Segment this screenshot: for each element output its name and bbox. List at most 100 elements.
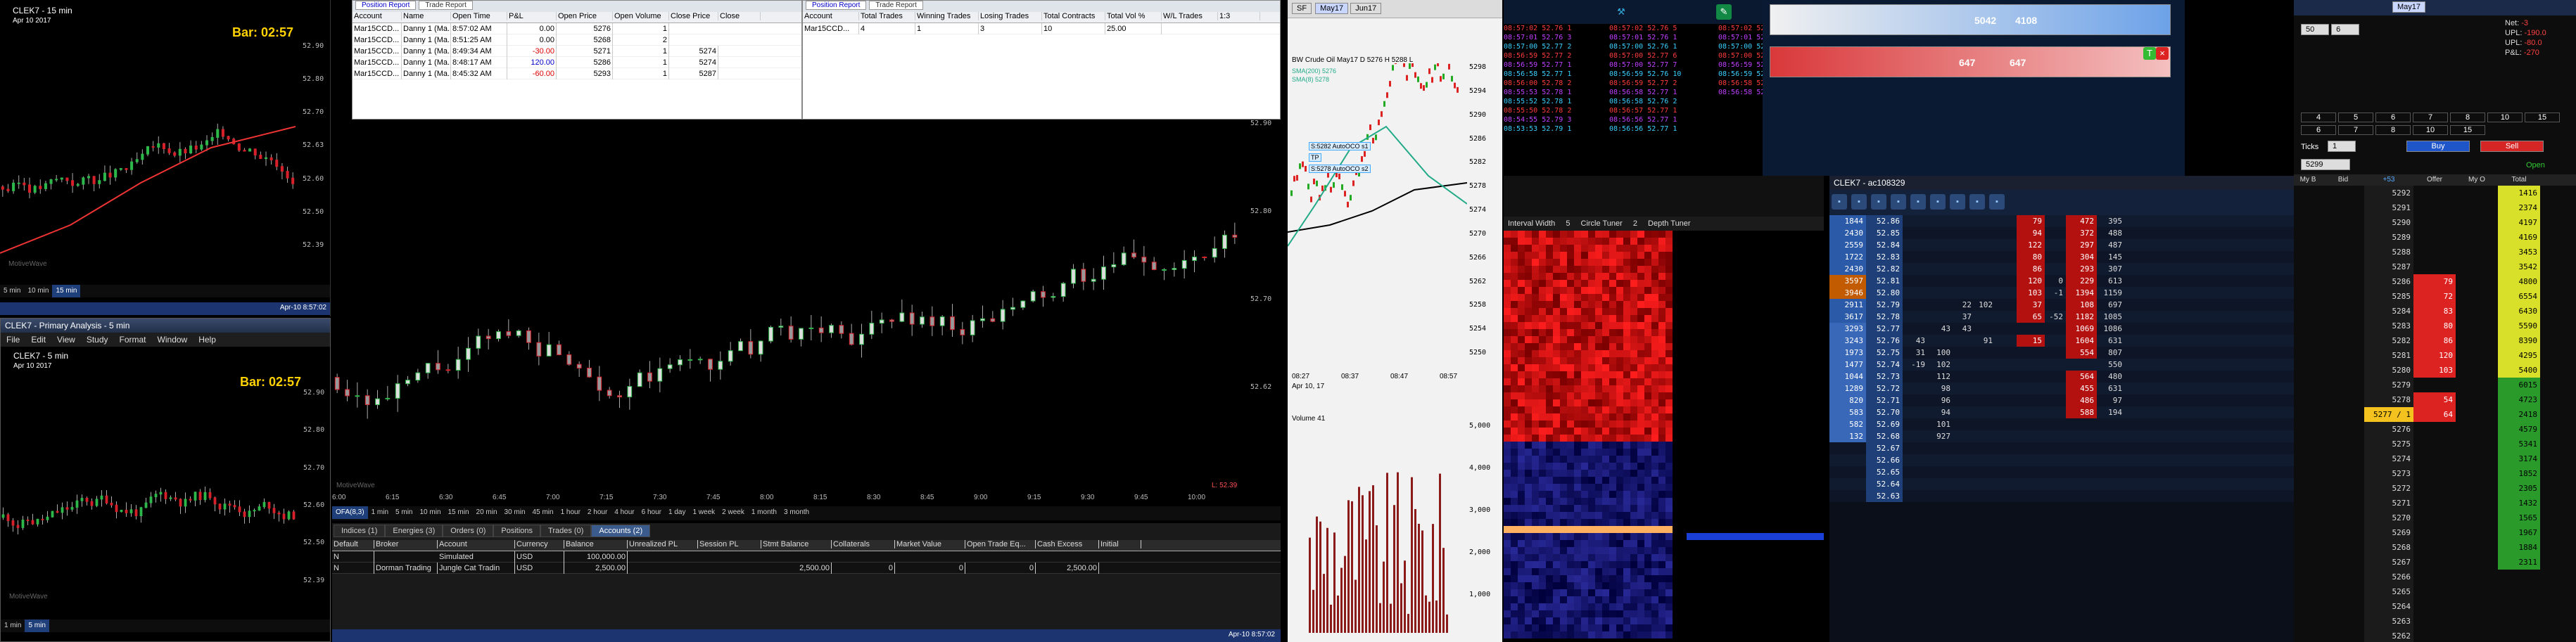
scale-option[interactable]: 8 <box>2450 113 2485 122</box>
timeframe-option[interactable]: 1 month <box>748 506 780 519</box>
heatmap-header-item[interactable]: Interval Width <box>1504 219 1561 228</box>
buy-button[interactable]: Buy <box>2406 141 2470 152</box>
settings-icon[interactable]: ▪ <box>1950 194 1965 210</box>
oe-ladder-row[interactable]: 5292 1416 <box>2294 186 2576 200</box>
table-row[interactable]: Mar15CCD... Danny 1 (Ma...8:57:02 AM 0.00 5… <box>353 23 801 34</box>
column-header[interactable]: Losing Trades <box>979 12 1042 20</box>
timeframe-option[interactable]: 45 min <box>529 506 557 519</box>
dom-row[interactable]: 132 52.68 927 <box>1829 430 2294 442</box>
oe-ladder-row[interactable]: 5289 4169 <box>2294 230 2576 245</box>
oe-ladder-row[interactable]: 5275 5341 <box>2294 437 2576 451</box>
dom-row[interactable]: 2430 52.85 94 372 488 <box>1829 227 2294 239</box>
timeframe-option[interactable]: 1 hour <box>557 506 584 519</box>
dom-row[interactable]: 3243 52.76 43 91 15 1604 631 <box>1829 335 2294 347</box>
oe-ladder-row[interactable]: 5270 1565 <box>2294 511 2576 525</box>
timeframe-option[interactable]: 1 week <box>689 506 718 519</box>
column-header[interactable]: Balance <box>564 540 628 548</box>
timeframe-option[interactable]: 4 hour <box>611 506 637 519</box>
primary-analysis-window[interactable]: CLEK7 - Primary Analysis - 5 min File Edi… <box>0 318 331 642</box>
menu-format[interactable]: Format <box>114 333 152 347</box>
dom-row[interactable]: 582 52.69 101 <box>1829 418 2294 430</box>
dom-row[interactable]: 1477 52.74 -19 102 550 <box>1829 359 2294 371</box>
column-header[interactable]: My O <box>2456 174 2498 186</box>
symbol-button[interactable]: SF <box>1292 3 1312 14</box>
dom-row[interactable]: 1844 52.86 79 472 395 <box>1829 215 2294 227</box>
scale-option[interactable]: 15 <box>2450 125 2485 135</box>
column-header[interactable]: Broker <box>374 540 438 548</box>
oe-ladder-row[interactable]: 5271 1432 <box>2294 496 2576 511</box>
accounts-tab[interactable]: Accounts (2) <box>591 525 651 537</box>
oe-ladder-row[interactable]: 5268 1884 <box>2294 540 2576 555</box>
column-header[interactable]: Stmt Balance <box>761 540 832 548</box>
menu-window[interactable]: Window <box>152 333 193 347</box>
contract-button[interactable]: May17 <box>1315 3 1349 14</box>
timeframe-option[interactable]: 2 hour <box>584 506 611 519</box>
column-header[interactable]: Winning Trades <box>915 12 979 20</box>
report-tab[interactable]: Trade Report <box>869 1 923 10</box>
column-header[interactable]: Market Value <box>895 540 965 548</box>
table-row[interactable]: Mar15CCD... Danny 1 (Ma...8:51:25 AM 0.00 5… <box>353 34 801 46</box>
menu-help[interactable]: Help <box>193 333 222 347</box>
settings-icon[interactable]: ✎ <box>1716 4 1732 20</box>
column-header[interactable]: Close <box>718 12 761 20</box>
oe-ladder-row[interactable]: 5283 80 5590 <box>2294 319 2576 333</box>
dom-ladder-window[interactable]: CLEK7 - ac108329 ▪ ▪ ▪ ▪ ▪ ▪ ▪ ▪ ▪ 1844 52.86 79 47… <box>1829 176 2294 642</box>
oe-ladder-row[interactable]: 5262 <box>2294 629 2576 642</box>
scale-option[interactable]: 6 <box>2375 113 2411 122</box>
column-header[interactable]: Close Price <box>669 12 718 20</box>
report-tab[interactable]: Position Report <box>806 1 867 10</box>
scale-option[interactable]: 5 <box>2338 113 2373 122</box>
table-row[interactable]: Mar15CCD... Danny 1 (Ma...8:49:34 AM -30.0… <box>353 46 801 57</box>
wrench-icon[interactable]: ⚒ <box>1613 4 1629 20</box>
column-header[interactable]: Name <box>402 12 451 20</box>
column-header[interactable]: Total <box>2498 174 2540 186</box>
accounts-tab[interactable]: Positions <box>493 525 541 537</box>
accounts-panel[interactable]: Indices (1) Energies (3) Orders (0) Positio… <box>332 523 1281 642</box>
scale-option[interactable]: 7 <box>2338 125 2373 135</box>
menu-study[interactable]: Study <box>81 333 114 347</box>
dom-row[interactable]: 52.67 <box>1829 442 2294 454</box>
report-tab[interactable]: Trade Report <box>419 1 473 10</box>
position-report-panel[interactable]: Position Report Trade Report Account Name O… <box>352 0 802 120</box>
column-header[interactable]: Open Volume <box>613 12 669 20</box>
column-header[interactable]: Collaterals <box>832 540 895 548</box>
dom-row[interactable]: 1973 52.75 31 100 554 807 <box>1829 347 2294 359</box>
oe-ladder-row[interactable]: 5269 1967 <box>2294 525 2576 540</box>
timeframe-option[interactable]: 10 min <box>416 506 444 519</box>
contract2-button[interactable]: Jun17 <box>1350 3 1382 14</box>
timeframe-option[interactable]: 5 min <box>25 619 49 632</box>
timeframe-option[interactable]: 1 min <box>1 619 25 632</box>
oe-ladder-row[interactable]: 5277 / 1 64 2418 <box>2294 407 2576 422</box>
lock-icon[interactable]: ▪ <box>1969 194 1985 210</box>
grid-icon[interactable]: ▪ <box>1871 194 1886 210</box>
column-header[interactable]: Open Time <box>451 12 507 20</box>
column-header[interactable]: Offer <box>2413 174 2456 186</box>
qty2-field[interactable]: 6 <box>2331 24 2360 35</box>
menu-file[interactable]: File <box>1 333 25 347</box>
dom-row[interactable]: 1044 52.73 112 564 480 <box>1829 371 2294 383</box>
oe-ladder-row[interactable]: 5273 1852 <box>2294 466 2576 481</box>
column-header[interactable]: Session PL <box>698 540 761 548</box>
column-header[interactable]: Default <box>332 540 374 548</box>
accounts-tab[interactable]: Trades (0) <box>540 525 592 537</box>
dom-row[interactable]: 820 52.71 96 486 97 <box>1829 394 2294 406</box>
dom-row[interactable]: 583 52.70 94 588 194 <box>1829 406 2294 418</box>
report-tab[interactable]: Position Report <box>355 1 417 10</box>
timeframe-option[interactable]: 15 min <box>445 506 473 519</box>
oe-ladder-row[interactable]: 5274 3174 <box>2294 451 2576 466</box>
timeframe-option[interactable]: 5 min <box>392 506 416 519</box>
column-header[interactable]: Cash Excess <box>1036 540 1099 548</box>
dom-row[interactable]: 1289 52.72 98 455 631 <box>1829 383 2294 394</box>
oe-ladder-row[interactable]: 5266 <box>2294 570 2576 584</box>
timeframe-option[interactable]: 3 month <box>780 506 813 519</box>
price-field[interactable]: 5299 <box>2301 159 2350 170</box>
oe-ladder-row[interactable]: 5265 <box>2294 584 2576 599</box>
menu-edit[interactable]: Edit <box>25 333 51 347</box>
heatmap-header-item[interactable]: 2 <box>1629 219 1644 228</box>
mini-chart-window[interactable]: SF May17 Jun17 BW Crude Oil May17 D 5276… <box>1288 0 1502 642</box>
column-header[interactable]: My B <box>2294 174 2322 186</box>
chart-icon[interactable]: ▪ <box>1851 194 1867 210</box>
scale-option[interactable]: 10 <box>2487 113 2523 122</box>
oe-ladder-row[interactable]: 5279 6015 <box>2294 378 2576 392</box>
main-chart[interactable]: 52.90 52.80 52.70 52.62 MotiveWave L: 52.39 <box>332 120 1281 513</box>
